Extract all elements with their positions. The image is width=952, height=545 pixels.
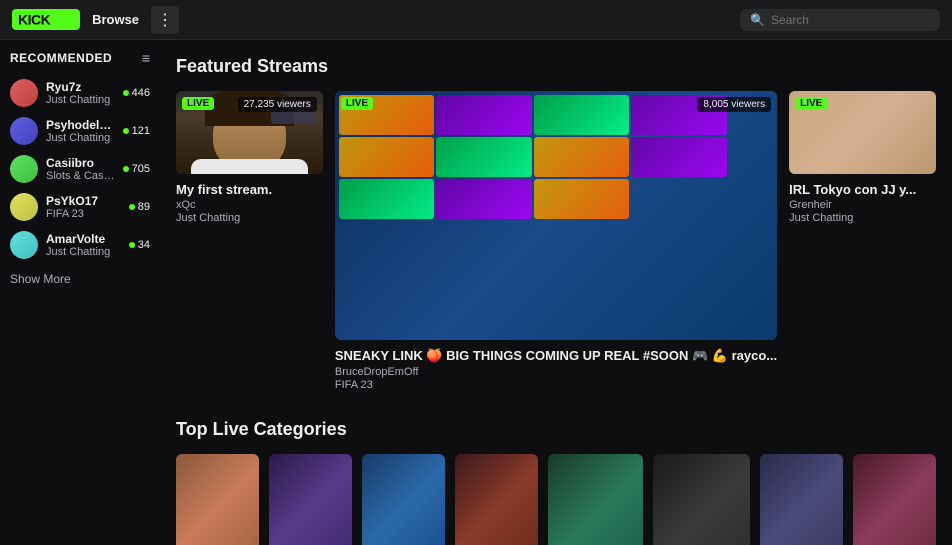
streamer-category: FIFA 23	[46, 208, 121, 220]
streamer-category: Just Chatting	[46, 94, 115, 106]
viewer-count: 34	[138, 239, 150, 251]
featured-section: Featured Streams	[176, 56, 936, 391]
stream-category: Just Chatting	[176, 212, 323, 224]
live-dot	[123, 90, 129, 96]
live-badge: LIVE	[795, 97, 827, 110]
category-just-chatting[interactable]: Just Chatting 35,263 viewers	[176, 454, 259, 545]
viewer-count: 121	[132, 125, 150, 137]
sidebar-item-psyho[interactable]: Psyhodelikus Just Chatting 121	[0, 112, 160, 150]
category-fifa[interactable]: FIFA 23 8,145 viewers	[362, 454, 445, 545]
categories-title: Top Live Categories	[176, 419, 936, 440]
viewer-count: 446	[132, 87, 150, 99]
viewer-count: 89	[138, 201, 150, 213]
live-dot	[129, 204, 135, 210]
stream-category: Just Chatting	[789, 212, 936, 224]
live-dot	[129, 242, 135, 248]
categories-grid: Just Chatting 35,263 viewers Slots & Cas…	[176, 454, 936, 545]
streamer-name: AmarVolte	[46, 232, 121, 246]
stream-thumbnail-grenheir: LIVE	[789, 91, 936, 174]
more-options-button[interactable]: ⋮	[151, 6, 179, 34]
streamer-name: Casiibro	[46, 156, 115, 170]
category-cod[interactable]: Call of Duty: War... 3,456 viewers	[653, 454, 750, 545]
stream-title: My first stream.	[176, 182, 323, 197]
live-dot	[123, 128, 129, 134]
streamer-name: PsYkO17	[46, 194, 121, 208]
streamer-name: Grenheir	[789, 199, 936, 211]
search-input[interactable]	[771, 13, 930, 27]
logo[interactable]: KICKBETA	[12, 9, 80, 30]
categories-section: Top Live Categories Just Chatting 35,263…	[176, 419, 936, 545]
stream-category: FIFA 23	[335, 379, 777, 391]
stream-card-bruce[interactable]: LIVE 8,005 viewers SNEAKY LINK 🍑 BIG THI…	[335, 91, 777, 391]
category-gta[interactable]: GTA RP 5,967 viewers	[455, 454, 538, 545]
streamer-category: Just Chatting	[46, 246, 121, 258]
stream-card-xqc[interactable]: LIVE 27,235 viewers My first stream. xQc…	[176, 91, 323, 391]
sidebar-item-psyko[interactable]: PsYkO17 FIFA 23 89	[0, 188, 160, 226]
viewer-badge: 27,235 viewers	[238, 97, 317, 112]
header: KICKBETA Browse ⋮ 🔍	[0, 0, 952, 40]
live-badge: LIVE	[182, 97, 214, 110]
sidebar-title: Recommended	[10, 51, 112, 65]
avatar-ryu7z	[10, 79, 38, 107]
category-music[interactable]: Music 1,913 viewers	[853, 454, 936, 545]
stream-thumbnail-bruce: LIVE 8,005 viewers	[335, 91, 777, 340]
streamer-category: Slots & Casino	[46, 170, 115, 182]
sidebar-item-casiibro[interactable]: Casiibro Slots & Casino 705	[0, 150, 160, 188]
browse-button[interactable]: Browse	[92, 12, 139, 27]
sidebar-collapse-icon[interactable]: ≡	[142, 50, 150, 66]
avatar-psyko	[10, 193, 38, 221]
viewer-badge: 8,005 viewers	[697, 97, 771, 112]
sidebar: Recommended ≡ Ryu7z Just Chatting 446 Ps…	[0, 40, 160, 545]
streamer-name: Psyhodelikus	[46, 118, 115, 132]
sidebar-header: Recommended ≡	[0, 50, 160, 74]
stream-card-grenheir[interactable]: LIVE IRL Tokyo con JJ y... Grenheir Just…	[789, 91, 936, 391]
main-content: Featured Streams	[160, 40, 952, 545]
category-slots[interactable]: Slots & Casino 19,920 viewers	[269, 454, 352, 545]
category-pools[interactable]: Pools, Hot Tubs ... 3,690 viewers	[548, 454, 643, 545]
search-box: 🔍	[740, 9, 940, 31]
viewer-count: 705	[132, 163, 150, 175]
body-layout: Recommended ≡ Ryu7z Just Chatting 446 Ps…	[0, 40, 952, 545]
show-more-button[interactable]: Show More	[0, 264, 160, 294]
stream-thumbnail-xqc: LIVE 27,235 viewers	[176, 91, 323, 174]
search-icon: 🔍	[750, 13, 765, 27]
streamer-name: Ryu7z	[46, 80, 115, 94]
live-dot	[123, 166, 129, 172]
sidebar-item-amar[interactable]: AmarVolte Just Chatting 34	[0, 226, 160, 264]
live-badge: LIVE	[341, 97, 373, 110]
streamer-name: xQc	[176, 199, 323, 211]
stream-title: SNEAKY LINK 🍑 BIG THINGS COMING UP REAL …	[335, 348, 777, 364]
stream-title: IRL Tokyo con JJ y...	[789, 182, 936, 197]
avatar-amar	[10, 231, 38, 259]
category-sleeping[interactable]: Just Sleeping 2,005 viewers	[760, 454, 843, 545]
avatar-casiibro	[10, 155, 38, 183]
streamer-category: Just Chatting	[46, 132, 115, 144]
sidebar-item-ryu7z[interactable]: Ryu7z Just Chatting 446	[0, 74, 160, 112]
avatar-psyho	[10, 117, 38, 145]
featured-title: Featured Streams	[176, 56, 936, 77]
streamer-name: BruceDropEmOff	[335, 366, 777, 378]
featured-grid: LIVE 27,235 viewers My first stream. xQc…	[176, 91, 936, 391]
